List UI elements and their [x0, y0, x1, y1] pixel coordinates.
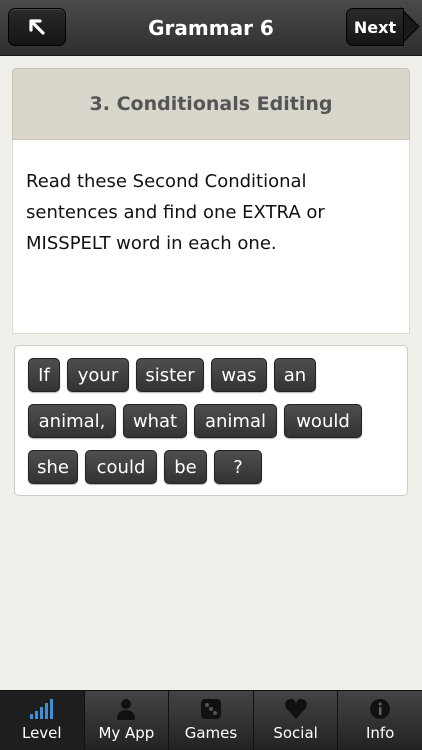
word-chip[interactable]: be [164, 450, 207, 484]
tab-label: My App [98, 724, 155, 742]
info-icon [370, 699, 391, 719]
word-chip[interactable]: ? [214, 450, 262, 484]
tab-label: Social [273, 724, 318, 742]
word-chip[interactable]: sister [136, 358, 204, 392]
heart-icon [284, 698, 307, 719]
sentence-word-box: If your sister was an animal, what anima… [14, 345, 408, 496]
instructions-text: Read these Second Conditional sentences … [12, 140, 410, 334]
tab-bar: Level My App Games Social Info [0, 690, 422, 750]
dice-icon [200, 699, 221, 719]
tab-games[interactable]: Games [169, 691, 254, 750]
word-chip[interactable]: was [211, 358, 267, 392]
next-button[interactable]: Next [346, 8, 404, 46]
person-icon [117, 699, 136, 720]
tab-my-app[interactable]: My App [85, 691, 170, 750]
tab-level[interactable]: Level [0, 691, 85, 750]
back-arrow-icon [29, 19, 45, 35]
word-chip[interactable]: what [123, 404, 187, 438]
tab-info[interactable]: Info [338, 691, 422, 750]
tab-label: Info [365, 724, 395, 742]
tab-label: Level [21, 724, 62, 742]
word-chip[interactable]: animal, [28, 404, 116, 438]
tab-social[interactable]: Social [254, 691, 339, 750]
word-chip[interactable]: could [85, 450, 157, 484]
word-chip[interactable]: would [284, 404, 362, 438]
tab-label: Games [184, 724, 238, 742]
word-chip[interactable]: an [274, 358, 316, 392]
word-chip[interactable]: your [67, 358, 129, 392]
word-chip[interactable]: animal [194, 404, 277, 438]
word-chip[interactable]: she [28, 450, 78, 484]
nav-header: Grammar 6 Next [0, 0, 422, 56]
lesson-title: 3. Conditionals Editing [12, 68, 410, 140]
level-bars-icon [29, 699, 53, 719]
word-chip[interactable]: If [28, 358, 60, 392]
